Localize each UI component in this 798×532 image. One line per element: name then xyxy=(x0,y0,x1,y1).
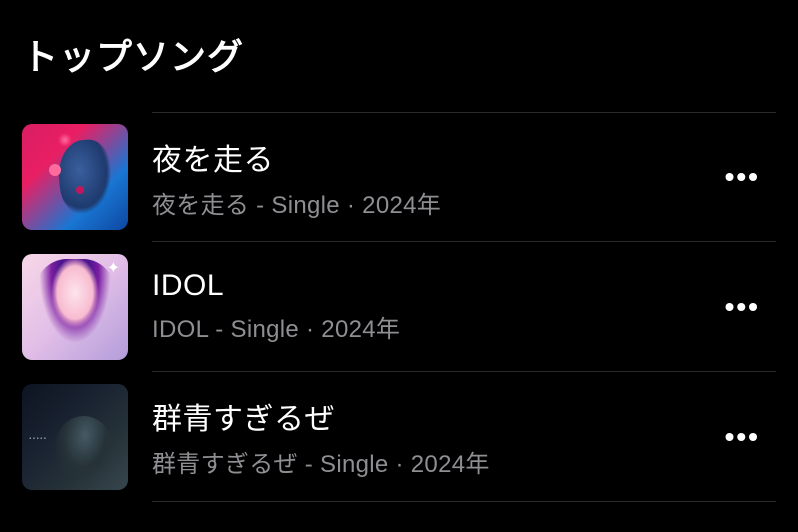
more-button[interactable]: ••• xyxy=(717,413,768,461)
song-subtitle: IDOL - Single · 2024年 xyxy=(152,309,400,344)
album-art-icon xyxy=(22,254,128,360)
song-info: 夜を走る 夜を走る - Single · 2024年 xyxy=(152,135,441,220)
song-info-wrap: IDOL IDOL - Single · 2024年 ••• xyxy=(152,242,776,372)
song-title: 群青すぎるぜ xyxy=(152,394,490,438)
song-subtitle: 群青すぎるぜ - Single · 2024年 xyxy=(152,444,490,479)
song-title: IDOL xyxy=(152,269,400,303)
album-art-icon xyxy=(22,124,128,230)
song-list: 夜を走る 夜を走る - Single · 2024年 ••• IDOL IDOL… xyxy=(22,112,776,502)
song-row[interactable]: 夜を走る 夜を走る - Single · 2024年 ••• xyxy=(22,112,776,242)
song-info: IDOL IDOL - Single · 2024年 xyxy=(152,269,400,344)
song-title: 夜を走る xyxy=(152,135,441,179)
song-subtitle: 夜を走る - Single · 2024年 xyxy=(152,185,441,220)
song-info-wrap: 夜を走る 夜を走る - Single · 2024年 ••• xyxy=(152,112,776,242)
more-button[interactable]: ••• xyxy=(717,153,768,201)
song-row[interactable]: 群青すぎるぜ 群青すぎるぜ - Single · 2024年 ••• xyxy=(22,372,776,502)
song-info: 群青すぎるぜ 群青すぎるぜ - Single · 2024年 xyxy=(152,394,490,479)
song-info-wrap: 群青すぎるぜ 群青すぎるぜ - Single · 2024年 ••• xyxy=(152,372,776,502)
more-button[interactable]: ••• xyxy=(717,283,768,331)
section-title: トップソング xyxy=(22,28,776,80)
album-art-icon xyxy=(22,384,128,490)
song-row[interactable]: IDOL IDOL - Single · 2024年 ••• xyxy=(22,242,776,372)
